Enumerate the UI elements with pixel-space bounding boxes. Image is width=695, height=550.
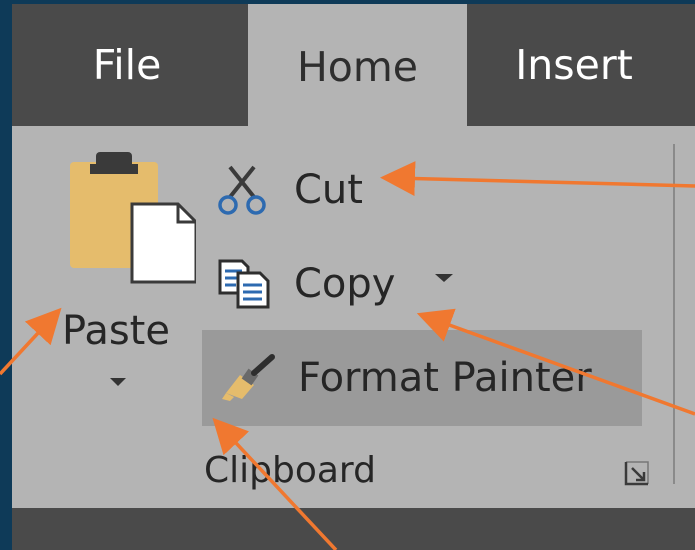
copy-label: Copy bbox=[294, 261, 396, 307]
tab-file[interactable]: File bbox=[72, 4, 182, 126]
app-window: File Home Insert Paste Cut Copy Format P… bbox=[12, 4, 695, 550]
dialog-launcher-icon[interactable] bbox=[624, 460, 650, 486]
paintbrush-icon bbox=[222, 354, 275, 401]
status-bar bbox=[12, 508, 695, 550]
tab-home[interactable]: Home bbox=[248, 4, 467, 129]
copy-dropdown-arrow[interactable] bbox=[435, 274, 454, 282]
group-divider bbox=[673, 144, 675, 484]
cut-button[interactable]: Cut bbox=[216, 160, 363, 220]
cut-label: Cut bbox=[294, 167, 363, 213]
paste-dropdown-arrow[interactable] bbox=[110, 378, 126, 386]
ribbon-home: Paste Cut Copy Format Painter Clipboard bbox=[12, 126, 695, 508]
tab-file-label: File bbox=[92, 41, 162, 89]
format-painter-label: Format Painter bbox=[298, 355, 592, 401]
tab-insert[interactable]: Insert bbox=[494, 4, 654, 126]
format-painter-button[interactable]: Format Painter bbox=[202, 330, 642, 426]
tab-insert-label: Insert bbox=[515, 41, 633, 89]
clipboard-icon bbox=[70, 152, 196, 284]
scissors-icon bbox=[218, 165, 266, 215]
tab-home-label: Home bbox=[296, 42, 419, 91]
copy-icon bbox=[218, 259, 270, 309]
group-label-clipboard: Clipboard bbox=[204, 450, 376, 491]
copy-button[interactable]: Copy bbox=[216, 254, 454, 314]
paste-label: Paste bbox=[62, 308, 170, 354]
paste-button[interactable]: Paste bbox=[52, 146, 196, 416]
